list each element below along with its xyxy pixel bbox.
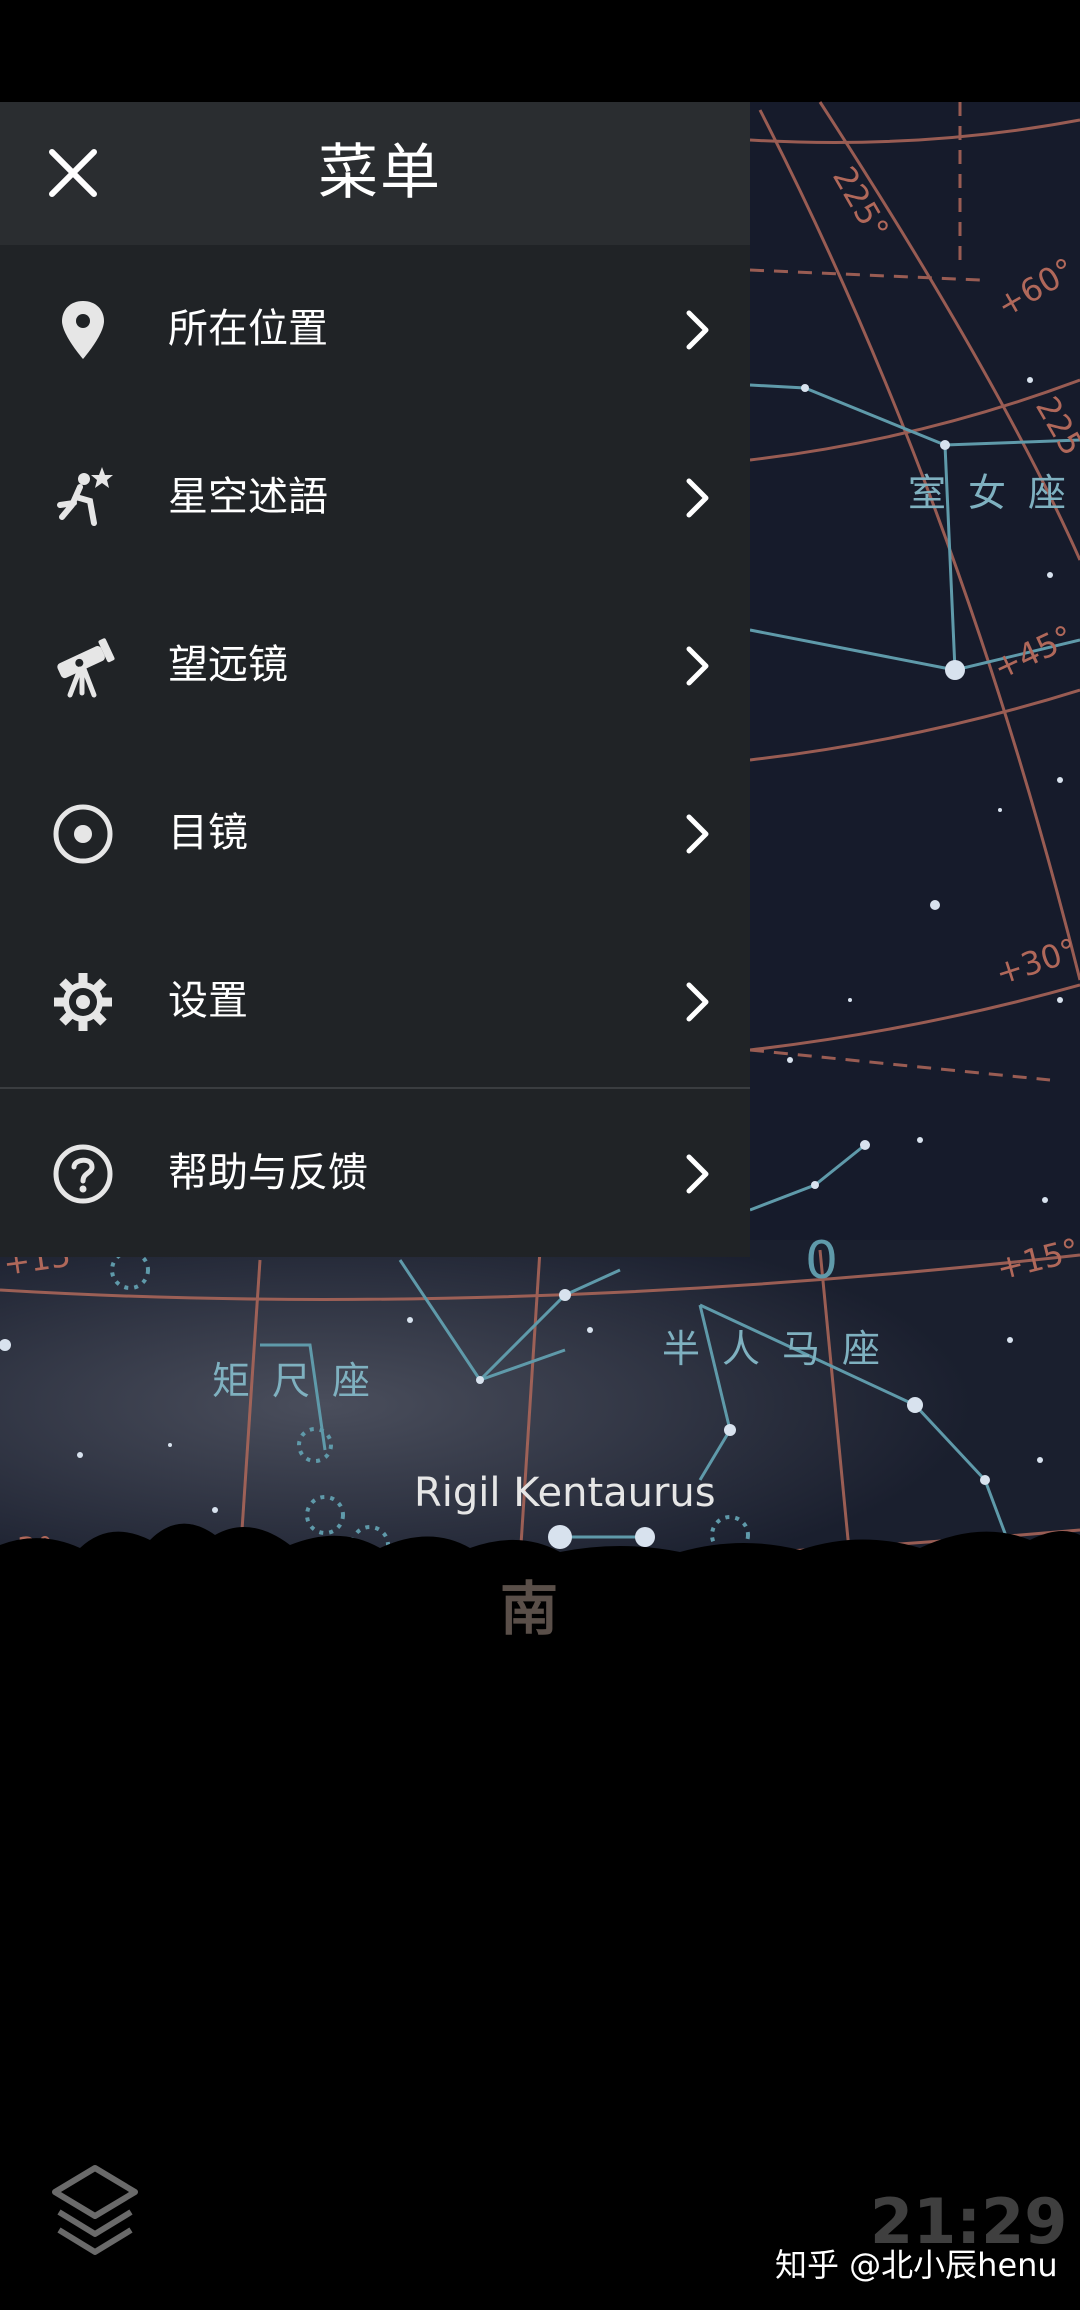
menu-item-star-terms[interactable]: 星空述語	[0, 413, 750, 581]
menu-item-label: 设置	[168, 978, 248, 1024]
menu-title: 菜单	[318, 138, 442, 208]
chevron-right-icon	[686, 1154, 709, 1194]
chevron-right-icon	[686, 814, 709, 854]
help-circle-icon	[53, 1144, 113, 1204]
constellation-label: 室女座	[908, 471, 1080, 515]
menu-item-label: 目镜	[168, 810, 248, 856]
eyepiece-icon	[53, 804, 113, 864]
menu-item-settings[interactable]: 设置	[0, 917, 750, 1085]
menu-item-label: 望远镜	[168, 642, 288, 688]
menu-item-label: 星空述語	[168, 474, 328, 520]
watermark: 知乎 @北小辰henu	[775, 2246, 1058, 2284]
menu-drawer: 菜单 所在位置 星空述語 望远镜 目镜 设置 帮助与反馈	[0, 102, 750, 1257]
layers-icon[interactable]	[45, 2160, 145, 2260]
chevron-right-icon	[686, 646, 709, 686]
telescope-icon	[57, 638, 115, 698]
menu-item-help-feedback[interactable]: 帮助与反馈	[0, 1089, 750, 1257]
chevron-right-icon	[686, 982, 709, 1022]
menu-item-telescope[interactable]: 望远镜	[0, 581, 750, 749]
constellation-label: 半人马座	[662, 1327, 903, 1371]
menu-item-eyepiece[interactable]: 目镜	[0, 749, 750, 917]
drawer-header: 菜单	[0, 102, 750, 245]
svg-text:0: 0	[805, 1231, 838, 1291]
location-pin-icon	[62, 301, 104, 359]
chevron-right-icon	[686, 478, 709, 518]
menu-item-label: 帮助与反馈	[168, 1150, 368, 1196]
star-runner-icon	[57, 467, 113, 526]
constellation-label: 矩尺座	[212, 1359, 393, 1403]
chevron-right-icon	[686, 310, 709, 350]
gear-icon	[54, 973, 112, 1031]
menu-item-label: 所在位置	[168, 306, 328, 352]
compass-direction: 南	[500, 1575, 559, 1643]
star-label: Rigil Kentaurus	[414, 1470, 716, 1516]
close-icon[interactable]	[40, 140, 106, 206]
menu-item-location[interactable]: 所在位置	[0, 245, 750, 413]
